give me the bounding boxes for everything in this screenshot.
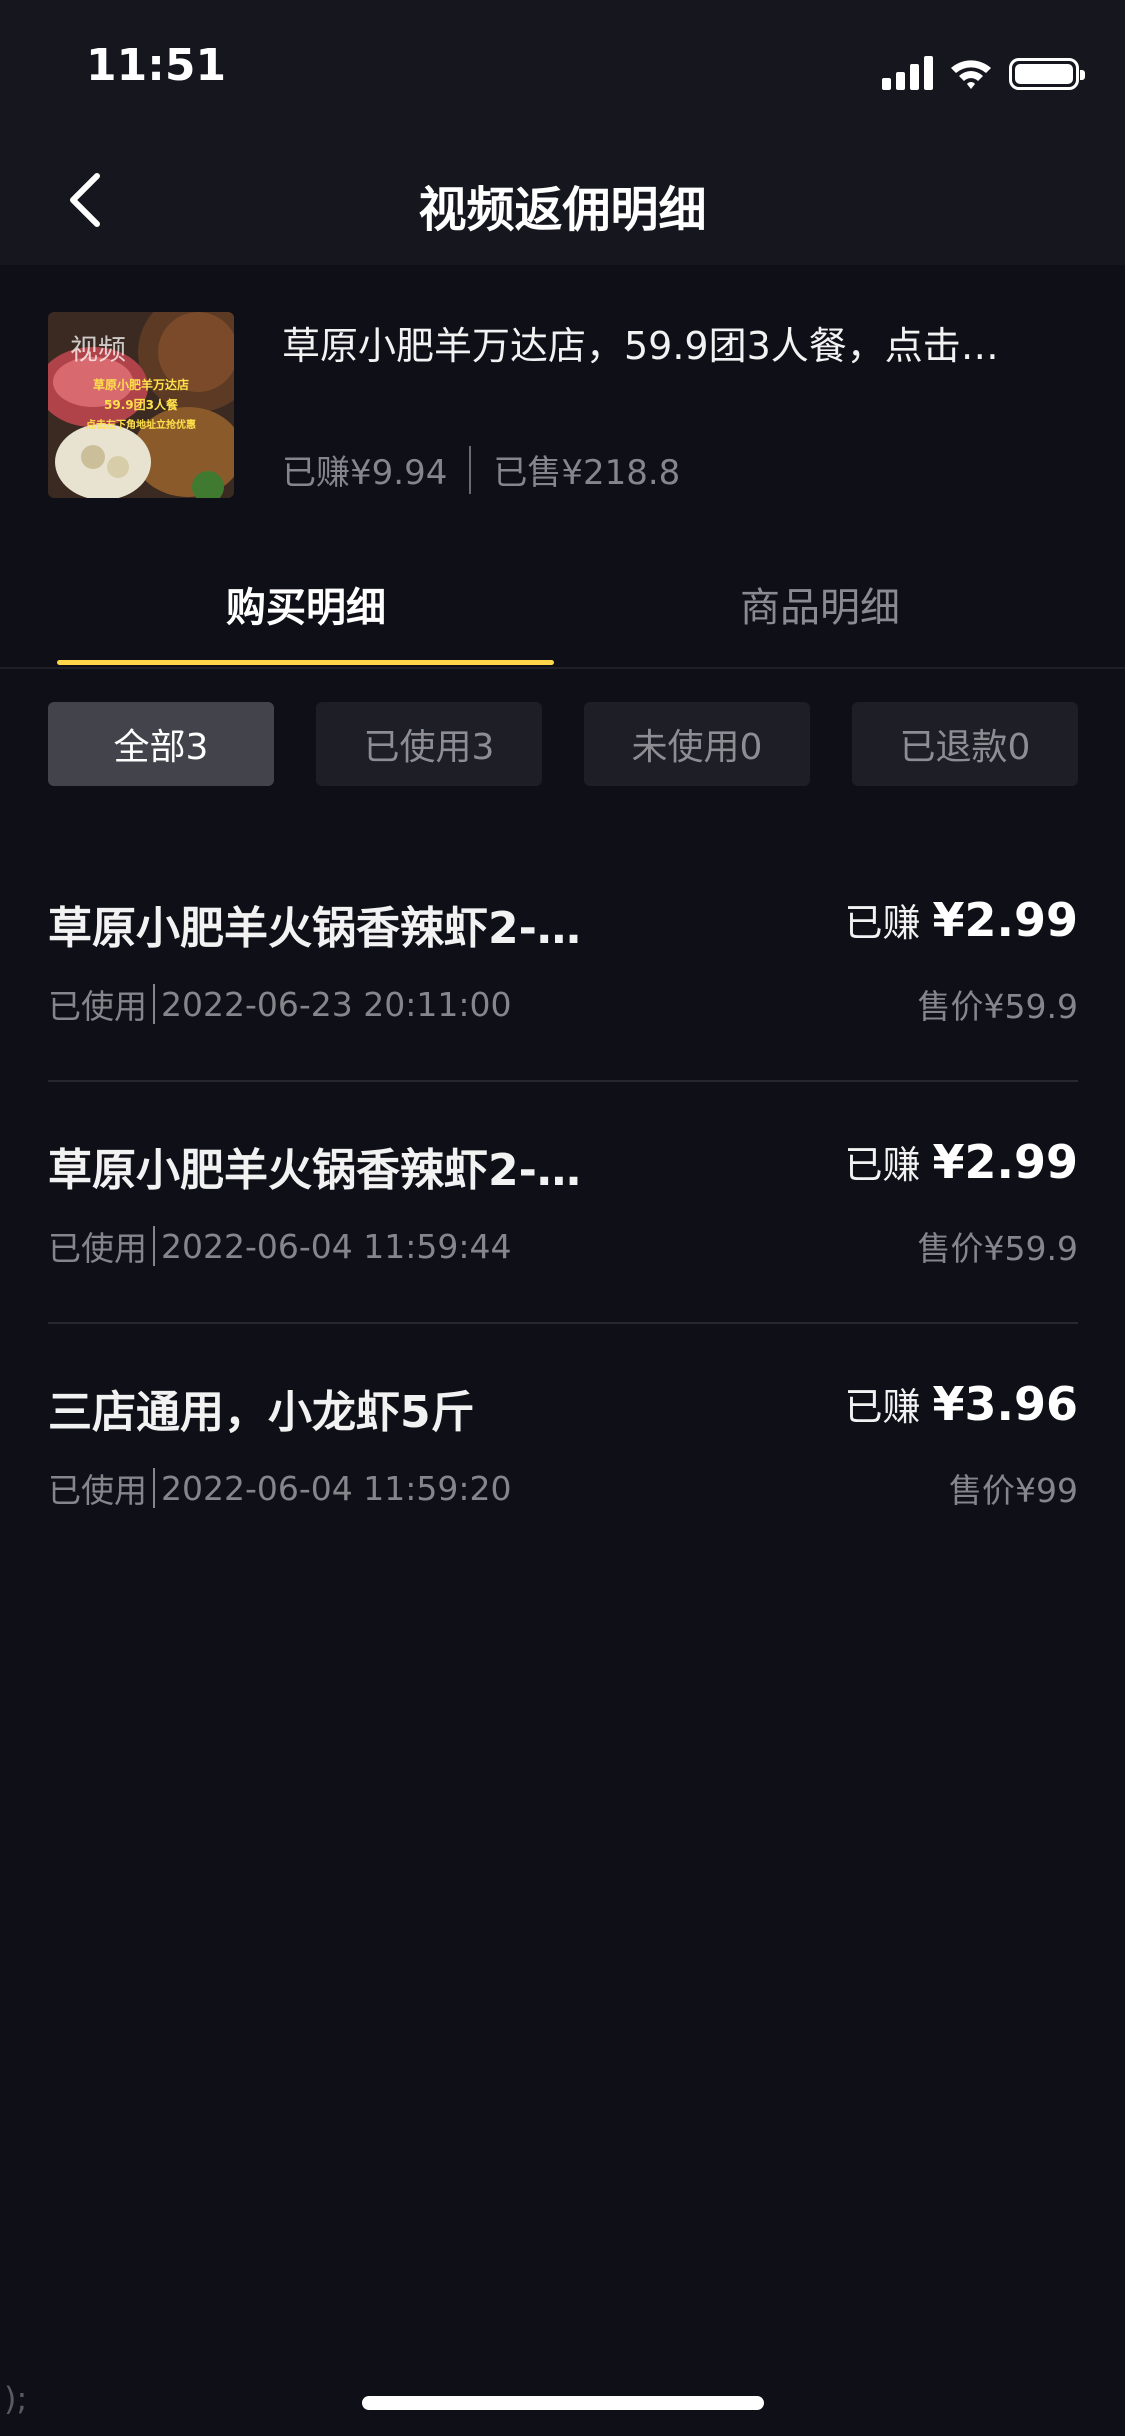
order-row[interactable]: 草原小肥羊火锅香辣虾2-… 已赚 ¥2.99 已使用 2022-06-04 11… xyxy=(48,1082,1078,1324)
home-indicator[interactable] xyxy=(362,2396,764,2410)
order-earned: 已赚 ¥2.99 xyxy=(844,892,1078,947)
filter-refunded[interactable]: 已退款0 xyxy=(852,702,1078,786)
filter-bar: 全部3 已使用3 未使用0 已退款0 xyxy=(48,702,1078,786)
battery-icon xyxy=(1009,58,1085,90)
detail-tabs: 购买明细 商品明细 xyxy=(0,535,1125,669)
product-earned: 已赚¥9.94 xyxy=(282,453,448,493)
active-tab-indicator xyxy=(57,660,554,665)
order-datetime: 2022-06-04 11:59:44 xyxy=(161,1226,512,1266)
earned-label: 已赚 xyxy=(844,1143,921,1187)
earned-value: ¥2.99 xyxy=(932,1135,1078,1189)
order-row[interactable]: 草原小肥羊火锅香辣虾2-… 已赚 ¥2.99 已使用 2022-06-23 20… xyxy=(48,840,1078,1082)
tab-purchase-details[interactable]: 购买明细 xyxy=(56,575,556,633)
product-title: 草原小肥羊万达店，59.9团3人餐，点击… xyxy=(282,324,999,368)
page-title: 视频返佣明细 xyxy=(418,182,707,238)
order-row[interactable]: 三店通用，小龙虾5斤 已赚 ¥3.96 已使用 2022-06-04 11:59… xyxy=(48,1324,1078,1566)
thumbnail-caption: 点击左下角地址立抢优惠 xyxy=(86,420,196,431)
order-status: 已使用 xyxy=(48,1229,147,1268)
order-earned: 已赚 ¥2.99 xyxy=(844,1134,1078,1189)
order-earned: 已赚 ¥3.96 xyxy=(844,1376,1078,1431)
order-datetime: 2022-06-04 11:59:20 xyxy=(161,1468,512,1508)
tab-product-details[interactable]: 商品明细 xyxy=(570,575,1070,633)
thumbnail-caption: 59.9团3人餐 xyxy=(104,398,178,412)
status-bar: 11:51 xyxy=(0,0,1125,135)
filter-used[interactable]: 已使用3 xyxy=(316,702,542,786)
meta-divider xyxy=(153,1468,155,1508)
order-status: 已使用 xyxy=(48,987,147,1026)
cellular-signal-icon xyxy=(882,56,933,90)
product-stats: 已赚¥9.94 已售¥218.8 xyxy=(282,445,680,494)
status-time: 11:51 xyxy=(86,40,227,91)
earned-label: 已赚 xyxy=(844,1385,921,1429)
meta-divider xyxy=(153,984,155,1024)
navigation-bar: 视频返佣明细 xyxy=(0,135,1125,265)
order-price: 售价¥59.9 xyxy=(917,987,1078,1026)
earned-value: ¥2.99 xyxy=(932,893,1078,947)
filter-all[interactable]: 全部3 xyxy=(48,702,274,786)
product-summary-card[interactable]: 视频 草原小肥羊万达店 59.9团3人餐 点击左下角地址立抢优惠 草原小肥羊万达… xyxy=(0,265,1125,535)
filter-unused[interactable]: 未使用0 xyxy=(584,702,810,786)
order-status: 已使用 xyxy=(48,1471,147,1510)
meta-divider xyxy=(153,1226,155,1266)
order-price: 售价¥59.9 xyxy=(917,1229,1078,1268)
order-datetime: 2022-06-23 20:11:00 xyxy=(161,984,512,1024)
order-title: 草原小肥羊火锅香辣虾2-… xyxy=(48,1145,581,1196)
order-list: 草原小肥羊火锅香辣虾2-… 已赚 ¥2.99 已使用 2022-06-23 20… xyxy=(48,840,1078,1566)
earned-label: 已赚 xyxy=(844,901,921,945)
order-meta: 已使用 2022-06-04 11:59:44 xyxy=(48,1222,511,1270)
stats-divider xyxy=(469,445,472,494)
product-sold: 已售¥218.8 xyxy=(493,453,681,493)
thumbnail-caption: 草原小肥羊万达店 xyxy=(92,378,189,392)
thumbnail-watermark: 视频 xyxy=(70,333,127,366)
earned-value: ¥3.96 xyxy=(932,1377,1078,1431)
corner-mark: ); xyxy=(4,2380,28,2418)
status-icons xyxy=(882,50,1085,90)
order-price: 售价¥99 xyxy=(949,1471,1078,1510)
order-meta: 已使用 2022-06-23 20:11:00 xyxy=(48,980,511,1028)
order-title: 草原小肥羊火锅香辣虾2-… xyxy=(48,903,581,954)
order-meta: 已使用 2022-06-04 11:59:20 xyxy=(48,1464,511,1512)
wifi-icon xyxy=(951,60,991,89)
product-thumbnail[interactable]: 视频 草原小肥羊万达店 59.9团3人餐 点击左下角地址立抢优惠 xyxy=(48,312,234,498)
order-title: 三店通用，小龙虾5斤 xyxy=(48,1387,475,1438)
